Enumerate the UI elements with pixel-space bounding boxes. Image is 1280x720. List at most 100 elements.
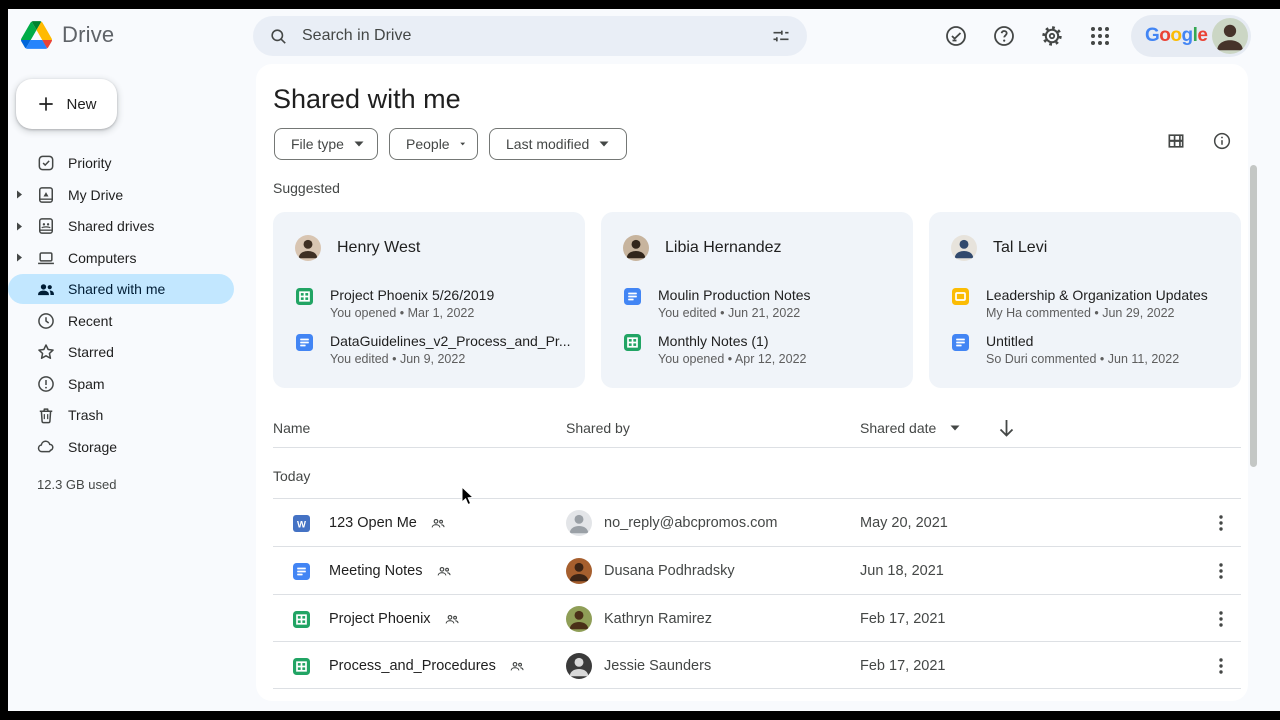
- card-owner: Henry West: [295, 235, 420, 261]
- avatar: [951, 235, 977, 261]
- sheets-icon: [296, 288, 313, 305]
- filter-chip-file-type[interactable]: File type: [274, 128, 378, 160]
- avatar: [566, 510, 592, 536]
- chevron-down-icon: [460, 141, 465, 147]
- sidebar-item-my-drive[interactable]: My Drive: [8, 180, 234, 210]
- search-input[interactable]: [302, 27, 757, 45]
- column-header-shared-date[interactable]: Shared date: [860, 420, 960, 436]
- chevron-down-icon: [354, 141, 364, 147]
- search-icon: [269, 27, 288, 46]
- shared-people-icon: [436, 563, 452, 579]
- header-actions: [944, 24, 1112, 48]
- sidebar-item-starred[interactable]: Starred: [8, 337, 234, 367]
- recent-icon: [36, 311, 56, 331]
- suggested-file[interactable]: Monthly Notes (1) You opened • Apr 12, 2…: [624, 333, 807, 366]
- computers-icon: [36, 248, 56, 268]
- sort-direction-icon[interactable]: [998, 419, 1015, 437]
- shared-people-icon: [509, 658, 525, 674]
- docs-icon: [952, 334, 969, 351]
- avatar: [566, 653, 592, 679]
- suggested-card[interactable]: Libia Hernandez Moulin Production Notes …: [601, 212, 913, 388]
- info-icon[interactable]: [1212, 131, 1232, 151]
- sidebar-item-recent[interactable]: Recent: [8, 306, 234, 336]
- column-header-shared-by[interactable]: Shared by: [566, 420, 630, 436]
- grid-view-icon[interactable]: [1166, 131, 1186, 151]
- suggested-card[interactable]: Tal Levi Leadership & Organization Updat…: [929, 212, 1241, 388]
- suggested-file[interactable]: Untitled So Duri commented • Jun 11, 202…: [952, 333, 1179, 366]
- avatar: [566, 606, 592, 632]
- expand-chevron-icon[interactable]: [12, 222, 26, 231]
- profile-avatar[interactable]: [1212, 18, 1248, 54]
- view-controls: [1166, 131, 1232, 151]
- filter-chip-last-modified[interactable]: Last modified: [489, 128, 627, 160]
- docs-icon: [624, 288, 641, 305]
- check-circle-icon[interactable]: [944, 24, 968, 48]
- more-actions-icon[interactable]: [1205, 603, 1237, 635]
- sidebar-item-computers[interactable]: Computers: [8, 243, 234, 273]
- chevron-down-icon: [950, 425, 960, 431]
- docs-icon: [296, 334, 313, 351]
- file-row[interactable]: Process_and_Procedures Jessie Saunders F…: [256, 642, 1248, 689]
- card-owner: Libia Hernandez: [623, 235, 782, 261]
- divider: [273, 447, 1241, 448]
- avatar: [295, 235, 321, 261]
- expand-chevron-icon[interactable]: [12, 253, 26, 262]
- letterbox-left: [0, 0, 8, 720]
- shared-people-icon: [444, 611, 460, 627]
- sidebar-item-shared-with-me[interactable]: Shared with me: [8, 274, 234, 304]
- suggested-file[interactable]: Leadership & Organization Updates My Ha …: [952, 287, 1208, 320]
- my-drive-icon: [36, 185, 56, 205]
- sheets-icon: [624, 334, 641, 351]
- group-label-today: Today: [273, 468, 310, 484]
- chevron-down-icon: [599, 141, 609, 147]
- letterbox-top: [0, 0, 1280, 9]
- suggested-file[interactable]: DataGuidelines_v2_Process_and_Pr... You …: [296, 333, 570, 366]
- file-row[interactable]: Project Phoenix Kathryn Ramirez Feb 17, …: [256, 595, 1248, 642]
- sidebar-item-spam[interactable]: Spam: [8, 369, 234, 399]
- filter-chip-people[interactable]: People: [389, 128, 478, 160]
- more-actions-icon[interactable]: [1205, 507, 1237, 539]
- avatar: [566, 558, 592, 584]
- shared-people-icon: [430, 515, 446, 531]
- sheets-icon: [293, 658, 310, 675]
- sidebar-item-shared-drives[interactable]: Shared drives: [8, 211, 234, 241]
- svg-text:W: W: [297, 519, 306, 530]
- sheets-icon: [293, 611, 310, 628]
- more-actions-icon[interactable]: [1205, 650, 1237, 682]
- page-title: Shared with me: [273, 84, 461, 115]
- apps-grid-icon[interactable]: [1088, 24, 1112, 48]
- sidebar-item-trash[interactable]: Trash: [8, 400, 234, 430]
- google-logo: Google: [1145, 25, 1207, 47]
- avatar: [623, 235, 649, 261]
- spam-icon: [36, 374, 56, 394]
- shared-drives-icon: [36, 216, 56, 236]
- help-icon[interactable]: [992, 24, 1016, 48]
- column-header-name[interactable]: Name: [273, 420, 310, 436]
- divider: [273, 688, 1241, 689]
- suggested-section-label: Suggested: [273, 180, 340, 196]
- shared-with-me-icon: [36, 279, 56, 299]
- search-bar[interactable]: [253, 16, 807, 56]
- settings-gear-icon[interactable]: [1040, 24, 1064, 48]
- sidebar: Priority My Drive Shared drives Computer…: [0, 0, 256, 720]
- suggested-card[interactable]: Henry West Project Phoenix 5/26/2019 You…: [273, 212, 585, 388]
- card-owner: Tal Levi: [951, 235, 1047, 261]
- slides-icon: [952, 288, 969, 305]
- priority-icon: [36, 153, 56, 173]
- trash-icon: [36, 405, 56, 425]
- file-row[interactable]: W 123 Open Me no_reply@abcpromos.com May…: [256, 499, 1248, 546]
- starred-icon: [36, 342, 56, 362]
- letterbox-bottom: [0, 711, 1280, 720]
- sidebar-item-priority[interactable]: Priority: [8, 148, 234, 178]
- storage-cloud-icon: [36, 437, 56, 457]
- word-icon: W: [293, 515, 310, 532]
- suggested-file[interactable]: Project Phoenix 5/26/2019 You opened • M…: [296, 287, 494, 320]
- sidebar-item-storage[interactable]: Storage: [8, 432, 234, 462]
- more-actions-icon[interactable]: [1205, 555, 1237, 587]
- scrollbar-thumb[interactable]: [1250, 165, 1257, 467]
- file-row[interactable]: Meeting Notes Dusana Podhradsky Jun 18, …: [256, 547, 1248, 594]
- expand-chevron-icon[interactable]: [12, 190, 26, 199]
- google-account-pill[interactable]: Google: [1131, 15, 1251, 57]
- suggested-file[interactable]: Moulin Production Notes You edited • Jun…: [624, 287, 811, 320]
- search-filters-icon[interactable]: [771, 26, 791, 46]
